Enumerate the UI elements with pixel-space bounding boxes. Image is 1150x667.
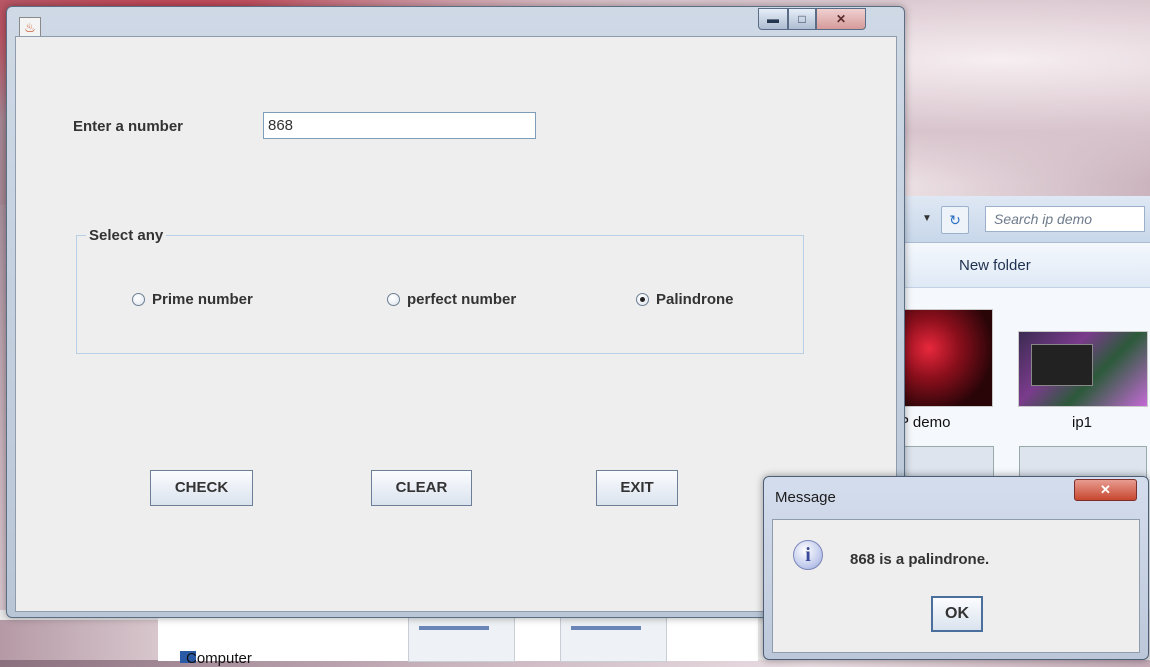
thumbnail[interactable] [1019,446,1147,478]
maximize-button[interactable]: □ [788,8,816,30]
message-dialog: Message ✕ i 868 is a palindrone. OK [763,476,1149,660]
exit-button[interactable]: EXIT [596,470,678,506]
dropdown-arrow-icon[interactable]: ▼ [916,208,938,230]
radio-palindrone[interactable]: Palindrone [636,291,734,308]
radio-label: Palindrone [656,291,734,308]
explorer-search-input[interactable]: Search ip demo [985,206,1145,232]
check-button[interactable]: CHECK [150,470,253,506]
explorer-address-bar: ▼ ↻ Search ip demo [886,196,1150,243]
radio-circle-icon[interactable] [387,293,400,306]
refresh-icon[interactable]: ↻ [941,206,969,234]
ok-button[interactable]: OK [931,596,983,632]
radio-prime-number[interactable]: Prime number [132,291,253,308]
wallpaper-fragment [0,620,160,660]
dialog-message: 868 is a palindrone. [850,551,990,568]
nav-item-computer[interactable]: Computer [186,650,252,667]
dialog-content: i 868 is a palindrone. OK [772,519,1140,653]
file-label-ip1[interactable]: ip1 [1072,414,1092,431]
dialog-title: Message [775,489,836,506]
radio-label: Prime number [152,291,253,308]
thumbnail-p-demo[interactable] [901,309,993,407]
number-input[interactable] [263,112,536,139]
thumbnail[interactable] [904,446,994,478]
group-title: Select any [86,227,167,244]
radio-selected-icon[interactable] [636,293,649,306]
file-label-p-demo[interactable]: P demo [899,414,950,431]
thumbnail-ip1[interactable] [1018,331,1148,407]
clear-button[interactable]: CLEAR [371,470,472,506]
dialog-close-button[interactable]: ✕ [1074,479,1137,501]
new-folder-button[interactable]: New folder [959,257,1031,274]
close-button[interactable]: ✕ [816,8,866,30]
explorer-toolbar: rn New folder [886,243,1150,288]
radio-circle-icon[interactable] [132,293,145,306]
window-controls: ▬ □ ✕ [758,8,866,31]
radio-label: perfect number [407,291,517,308]
minimize-button[interactable]: ▬ [758,8,788,30]
radio-perfect-number[interactable]: perfect number [387,291,516,308]
info-icon: i [793,540,823,570]
enter-number-label: Enter a number [73,118,184,135]
